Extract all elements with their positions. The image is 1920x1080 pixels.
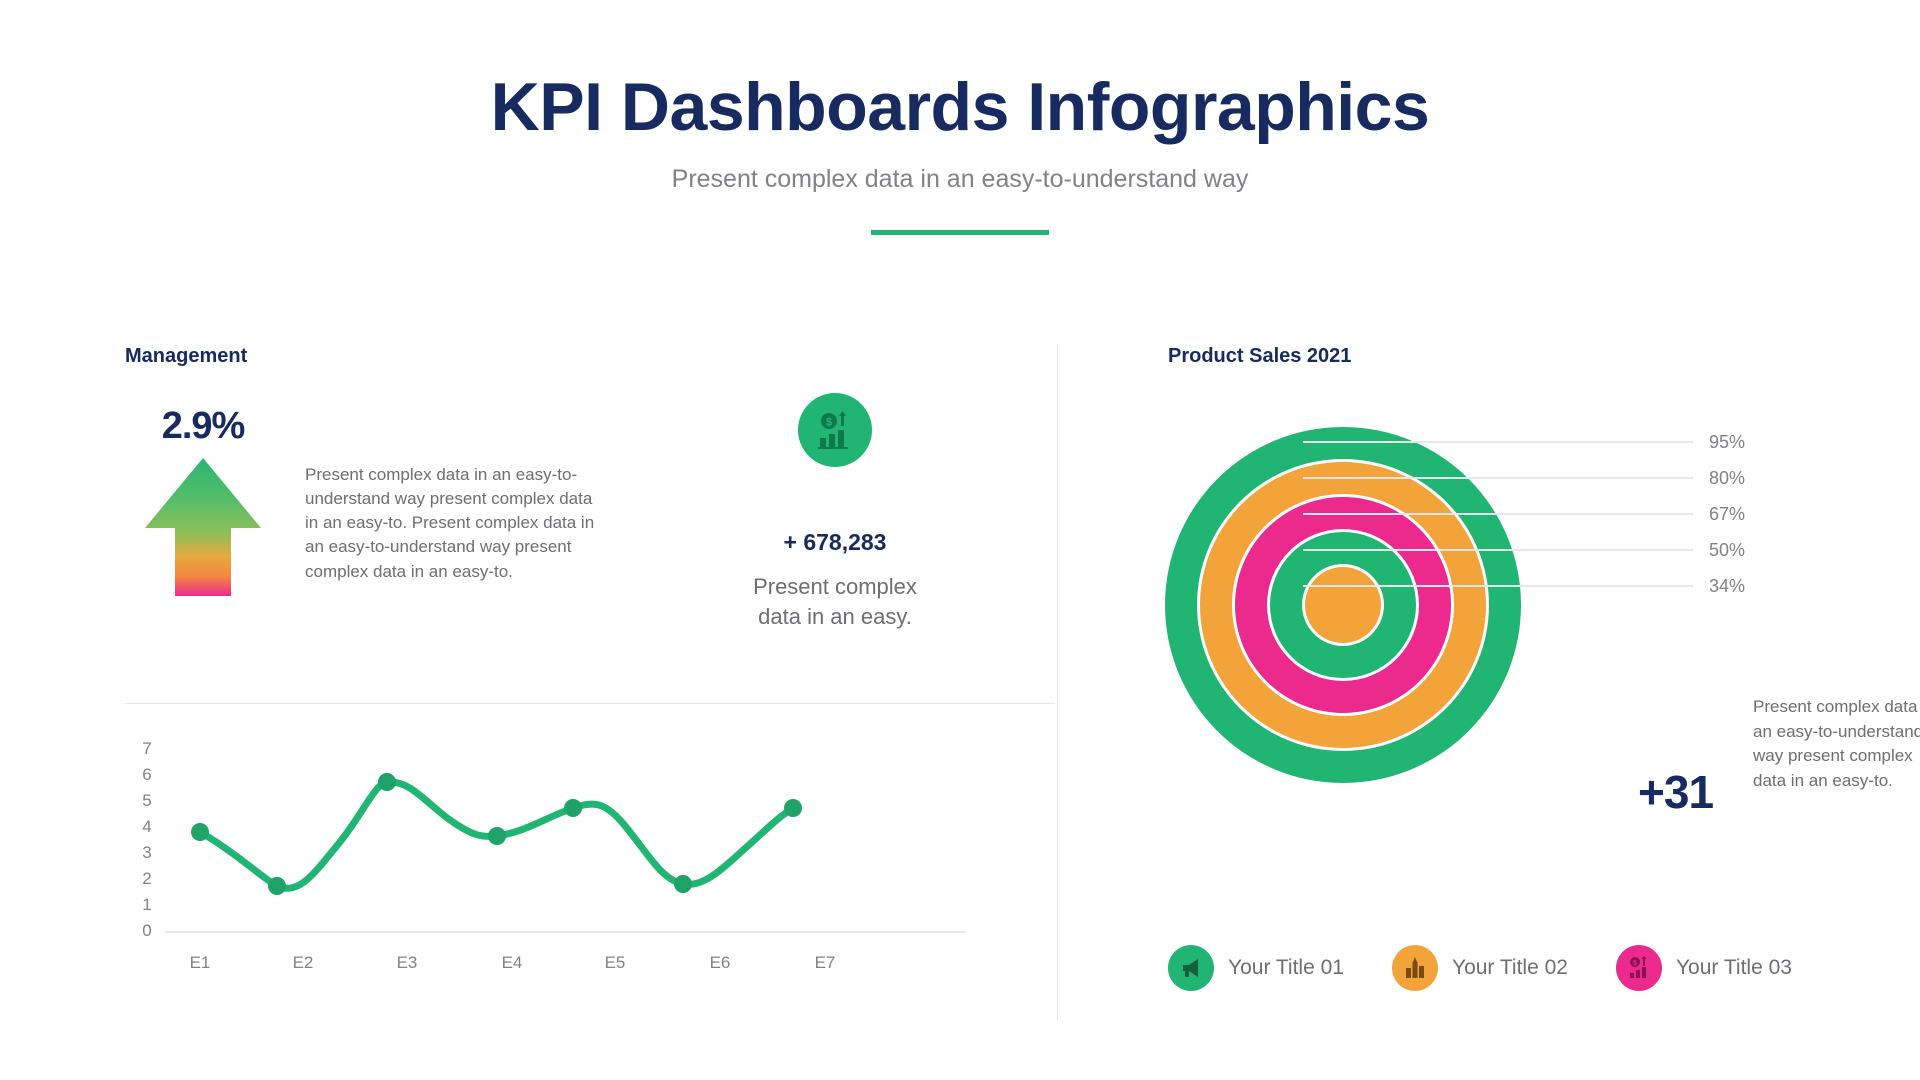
- x-tick-e1: E1: [190, 953, 211, 972]
- concentric-ring-chart: 95% 80% 67% 50% 34% +31 Present complex …: [1153, 400, 1920, 860]
- product-sales-panel: Product Sales 2021 95% 80% 67% 50% 34% +…: [1165, 345, 1920, 1035]
- y-tick-2: 2: [142, 869, 151, 888]
- y-tick-3: 3: [142, 843, 151, 862]
- data-point-e4: [488, 827, 506, 845]
- money-growth-icon: $: [798, 393, 872, 467]
- revenue-metric-value: + 678,283: [783, 529, 887, 555]
- legend-item-1[interactable]: Your Title 01: [1168, 945, 1344, 991]
- data-point-e5: [564, 799, 582, 817]
- ring-label-50: 50%: [1709, 540, 1746, 560]
- page-header: KPI Dashboards Infographics Present comp…: [0, 0, 1920, 236]
- page-title: KPI Dashboards Infographics: [490, 69, 1430, 145]
- svg-text:$: $: [826, 417, 832, 429]
- buildings-glyph: [1405, 957, 1424, 978]
- growth-arrow-kpi: 2.9%: [143, 405, 263, 596]
- megaphone-icon: [1168, 945, 1214, 991]
- megaphone-glyph: [1183, 959, 1198, 977]
- page-subtitle: Present complex data in an easy-to-under…: [671, 165, 1249, 194]
- management-panel: Management 2.9% Present complex data in …: [125, 345, 1055, 1035]
- up-arrow-icon: [145, 458, 261, 596]
- ring-label-80: 80%: [1709, 468, 1746, 488]
- data-point-e7: [784, 799, 802, 817]
- revenue-metric-caption: Present complex data in an easy.: [753, 574, 917, 630]
- ring-34: [1305, 567, 1381, 643]
- slide-canvas: KPI Dashboards Infographics Present comp…: [0, 0, 1920, 1080]
- y-tick-5: 5: [142, 791, 151, 810]
- y-tick-7: 7: [142, 740, 151, 758]
- ring-label-67: 67%: [1709, 504, 1746, 524]
- x-tick-e7: E7: [815, 953, 836, 972]
- money-chart-glyph: $: [1629, 956, 1647, 978]
- legend-label-1: Your Title 01: [1228, 956, 1344, 979]
- money-growth-glyph: $: [818, 411, 848, 449]
- x-tick-e3: E3: [397, 953, 418, 972]
- accent-divider: [871, 230, 1049, 236]
- data-point-e2: [268, 877, 286, 895]
- product-sales-panel-title: Product Sales 2021: [1168, 345, 1352, 367]
- management-line-chart: 7 6 5 4 3 2 1 0 E1 E2 E3 E4 E5 E6 E7: [142, 740, 965, 972]
- y-tick-6: 6: [142, 765, 151, 784]
- y-tick-4: 4: [142, 817, 151, 836]
- x-tick-e2: E2: [293, 953, 314, 972]
- revenue-metric-block: $ + 678,283 Present complex data in an e…: [745, 393, 925, 633]
- management-description: Present complex data in an easy-to-under…: [305, 465, 595, 581]
- y-tick-0: 0: [142, 921, 151, 940]
- data-point-e6: [674, 875, 692, 893]
- data-point-e3: [378, 773, 396, 791]
- svg-text:$: $: [1633, 960, 1637, 967]
- money-chart-icon: $: [1615, 945, 1662, 991]
- panel-divider-horizontal: [125, 703, 1055, 704]
- legend-label-3: Your Title 03: [1675, 956, 1792, 979]
- x-tick-e6: E6: [710, 953, 731, 972]
- legend-item-2[interactable]: Your Title 02: [1391, 945, 1568, 991]
- growth-percent-value: 2.9%: [161, 405, 246, 447]
- management-kpi-row: 2.9% Present complex data in an easy-to-…: [125, 393, 1055, 685]
- sales-description: Present complex data in an easy-to-under…: [1753, 697, 1920, 790]
- legend-label-2: Your Title 02: [1451, 956, 1568, 979]
- y-tick-1: 1: [142, 895, 151, 914]
- x-tick-e5: E5: [605, 953, 626, 972]
- sales-total-value: +31: [1638, 766, 1714, 818]
- x-tick-e4: E4: [502, 953, 523, 972]
- panel-divider-vertical: [1057, 345, 1058, 1020]
- buildings-icon: [1391, 945, 1438, 991]
- management-panel-title: Management: [125, 345, 248, 367]
- legend-item-3[interactable]: $ Your Title 03: [1615, 945, 1792, 991]
- chart-legend: Your Title 01 Your Title 02 $ Your Title…: [1168, 945, 1898, 991]
- ring-label-34: 34%: [1709, 576, 1746, 596]
- data-point-e1: [191, 823, 209, 841]
- ring-label-95: 95%: [1709, 432, 1746, 452]
